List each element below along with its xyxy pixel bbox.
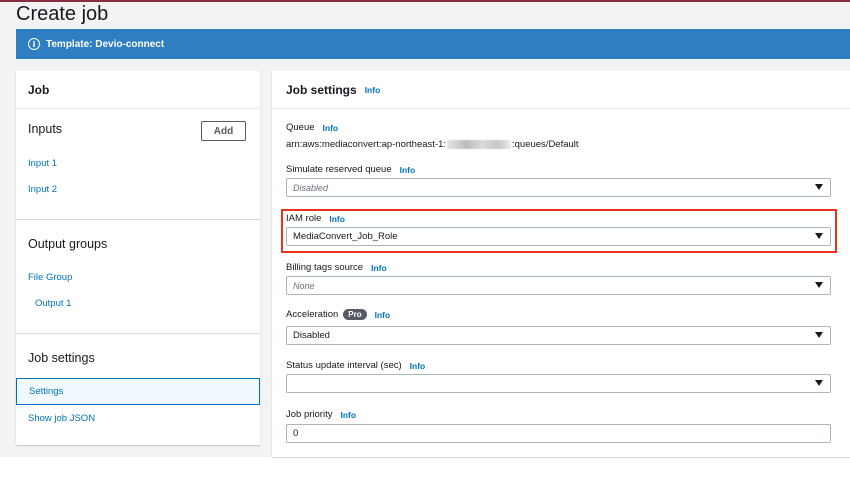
billing-tags-source-label: Billing tags source Info bbox=[286, 262, 387, 273]
status-update-interval-label-text: Status update interval (sec) bbox=[286, 360, 402, 371]
redacted-account-id bbox=[447, 140, 511, 149]
job-panel-header: Job bbox=[16, 71, 260, 109]
simulate-info-link[interactable]: Info bbox=[400, 165, 416, 175]
chevron-down-icon bbox=[815, 233, 823, 239]
nav-file-group[interactable]: File Group bbox=[28, 272, 72, 283]
add-input-button[interactable]: Add bbox=[201, 121, 246, 141]
job-settings-header: Job settings Info bbox=[272, 71, 850, 109]
queue-arn-suffix: :queues/Default bbox=[512, 139, 579, 150]
billing-tags-source-value: None bbox=[293, 280, 315, 291]
acceleration-label: Acceleration Pro Info bbox=[286, 309, 390, 320]
simulate-reserved-queue-value: Disabled bbox=[293, 182, 329, 193]
queue-value: arn:aws:mediaconvert:ap-northeast-1: :qu… bbox=[286, 139, 579, 150]
job-settings-panel: Job settings Info Queue Info arn:aws:med… bbox=[272, 71, 850, 457]
simulate-reserved-queue-label-text: Simulate reserved queue bbox=[286, 164, 392, 175]
chevron-down-icon bbox=[815, 332, 823, 338]
iam-role-value: MediaConvert_Job_Role bbox=[293, 231, 398, 242]
job-priority-value: 0 bbox=[293, 428, 299, 439]
status-update-interval-label: Status update interval (sec) Info bbox=[286, 360, 425, 371]
status-update-interval-select[interactable] bbox=[286, 374, 831, 393]
output-groups-title: Output groups bbox=[28, 237, 108, 251]
page-title: Create job bbox=[16, 3, 109, 25]
nav-input-1[interactable]: Input 1 bbox=[28, 158, 57, 169]
job-navigation-panel: Job Inputs Add Input 1 Input 2 Output gr… bbox=[16, 71, 260, 445]
nav-show-job-json[interactable]: Show job JSON bbox=[28, 413, 95, 424]
iam-role-info-link[interactable]: Info bbox=[329, 214, 345, 224]
template-banner: i Template: Devio-connect bbox=[16, 29, 850, 59]
billing-tags-source-label-text: Billing tags source bbox=[286, 262, 364, 273]
banner-text: Template: Devio-connect bbox=[46, 38, 165, 50]
info-link[interactable]: Info bbox=[365, 85, 381, 95]
job-settings-nav-title: Job settings bbox=[28, 351, 95, 365]
nav-settings-selected[interactable]: Settings bbox=[16, 378, 260, 405]
job-priority-label: Job priority Info bbox=[286, 409, 356, 420]
chevron-down-icon bbox=[815, 282, 823, 288]
queue-label: Queue Info bbox=[286, 122, 338, 133]
queue-label-text: Queue bbox=[286, 122, 315, 133]
job-priority-input[interactable]: 0 bbox=[286, 424, 831, 443]
pro-badge: Pro bbox=[343, 309, 367, 320]
acceleration-info-link[interactable]: Info bbox=[375, 310, 391, 320]
chevron-down-icon bbox=[815, 184, 823, 190]
acceleration-value: Disabled bbox=[293, 330, 330, 341]
iam-role-label-text: IAM role bbox=[286, 213, 322, 224]
simulate-reserved-queue-select[interactable]: Disabled bbox=[286, 178, 831, 197]
acceleration-select[interactable]: Disabled bbox=[286, 326, 831, 345]
billing-info-link[interactable]: Info bbox=[371, 263, 387, 273]
job-settings-title: Job settings bbox=[286, 82, 357, 97]
section-divider bbox=[16, 333, 260, 334]
job-priority-label-text: Job priority bbox=[286, 409, 333, 420]
simulate-reserved-queue-label: Simulate reserved queue Info bbox=[286, 164, 415, 175]
iam-role-select[interactable]: MediaConvert_Job_Role bbox=[286, 227, 831, 246]
job-priority-info-link[interactable]: Info bbox=[340, 410, 356, 420]
iam-role-label: IAM role Info bbox=[286, 213, 345, 224]
billing-tags-source-select[interactable]: None bbox=[286, 276, 831, 295]
queue-info-link[interactable]: Info bbox=[323, 123, 339, 133]
queue-arn-prefix: arn:aws:mediaconvert:ap-northeast-1: bbox=[286, 139, 446, 150]
nav-input-2[interactable]: Input 2 bbox=[28, 184, 57, 195]
chevron-down-icon bbox=[815, 380, 823, 386]
section-divider bbox=[16, 219, 260, 220]
acceleration-label-text: Acceleration bbox=[286, 309, 339, 320]
nav-output-1[interactable]: Output 1 bbox=[35, 298, 71, 309]
inputs-title: Inputs bbox=[28, 122, 63, 136]
info-icon: i bbox=[28, 38, 40, 50]
status-update-info-link[interactable]: Info bbox=[410, 361, 426, 371]
